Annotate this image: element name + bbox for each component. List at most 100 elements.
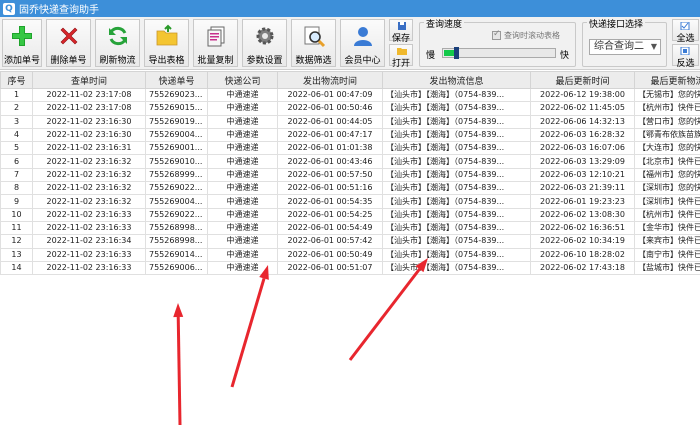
table-row[interactable]: 2 2022-11-02 23:17:08 755269015... 中通速递 2022… xyxy=(0,101,700,116)
table-cell: 【鄂青布依族苗族 xyxy=(634,127,700,143)
select-all-icon xyxy=(680,22,690,30)
api-select-dropdown[interactable]: 综合查询二 ▼ xyxy=(589,39,661,55)
table-cell: 13 xyxy=(0,247,33,262)
table-row[interactable]: 9 2022-11-02 23:16:32 755269004... 中通速递 2022… xyxy=(0,194,700,209)
table-cell: 【汕头市】【潮海】（0754-839... xyxy=(382,127,531,143)
member-center-button[interactable]: 会员中心 xyxy=(340,19,385,67)
copy-document-icon xyxy=(207,26,224,47)
open-button[interactable]: 打开 xyxy=(389,44,413,69)
table-cell: 【汕头市】【潮海】（0754-839... xyxy=(382,101,531,116)
red-x-icon xyxy=(60,27,77,45)
magnifier-filter-icon xyxy=(304,26,325,48)
table-row[interactable]: 13 2022-11-02 23:16:33 755269014... 中通速递 202… xyxy=(0,247,700,262)
table-cell: 2022-11-02 23:16:32 xyxy=(32,181,146,196)
table-row[interactable]: 1 2022-11-02 23:17:08 755269023... 中通速递 2022… xyxy=(0,87,700,103)
table-cell: 【深圳市】快件已 xyxy=(634,194,700,209)
table-cell: 中通速递 xyxy=(207,167,278,183)
table-cell: 【福州市】您的快 xyxy=(634,167,700,183)
table-cell: 2022-06-01 00:57:42 xyxy=(277,234,383,249)
table-cell: 【汕头市】【潮海】（0754-839... xyxy=(382,194,531,209)
fast-label: 快 xyxy=(560,51,570,61)
table-cell: 2022-06-10 18:28:02 xyxy=(530,247,635,262)
table-cell: 2022-06-03 21:39:11 xyxy=(530,181,635,196)
table-cell: 2022-06-01 00:50:49 xyxy=(277,247,383,262)
col-header-ship-info[interactable]: 发出物流信息 xyxy=(382,71,531,89)
table-cell: 6 xyxy=(0,154,33,169)
col-header-tracking-number[interactable]: 快递单号 xyxy=(145,71,208,89)
parameter-settings-button[interactable]: 参数设置 xyxy=(242,19,287,67)
table-cell: 2022-06-01 00:57:50 xyxy=(277,167,383,183)
table-cell: 2022-06-02 11:45:05 xyxy=(530,101,635,116)
table-row[interactable]: 4 2022-11-02 23:16:30 755269004... 中通速递 2022… xyxy=(0,127,700,143)
export-table-button[interactable]: 导出表格 xyxy=(144,19,189,67)
data-filter-label: 数据筛选 xyxy=(295,56,332,66)
table-cell: 【汕头市】【潮海】（0754-839... xyxy=(382,260,531,276)
table-cell: 2022-06-02 16:36:51 xyxy=(530,220,635,236)
table-cell: 755269006... xyxy=(145,260,208,276)
table-cell: 14 xyxy=(0,260,33,276)
export-table-label: 导出表格 xyxy=(148,56,185,66)
table-row[interactable]: 5 2022-11-02 23:16:31 755269001... 中通速递 2022… xyxy=(0,141,700,156)
table-cell: 2022-06-01 00:54:49 xyxy=(277,220,383,236)
speed-slider-thumb[interactable] xyxy=(454,47,459,59)
table-row[interactable]: 10 2022-11-02 23:16:33 755269022... 中通速递 202… xyxy=(0,207,700,222)
table-cell: 2022-11-02 23:16:32 xyxy=(32,154,146,169)
table-cell: 【汕头市】【潮海】（0754-839... xyxy=(382,234,531,249)
table-row[interactable]: 7 2022-11-02 23:16:32 755268999... 中通速递 2022… xyxy=(0,167,700,183)
table-cell: 中通速递 xyxy=(207,234,278,249)
table-cell: 【汕头市】【潮海】（0754-839... xyxy=(382,247,531,262)
select-all-label: 全选 xyxy=(676,34,695,44)
table-cell: 【汕头市】【潮海】（0754-839... xyxy=(382,220,531,236)
auto-scroll-checkbox[interactable] xyxy=(492,29,501,40)
table-row[interactable]: 3 2022-11-02 23:16:30 755269019... 中通速递 2022… xyxy=(0,114,700,129)
table-row[interactable]: 11 2022-11-02 23:16:33 755268998... 中通速递 202… xyxy=(0,220,700,236)
table-row[interactable]: 12 2022-11-02 23:16:34 755268998... 中通速递 202… xyxy=(0,234,700,249)
col-header-last-update-info[interactable]: 最后更新物流 xyxy=(634,71,700,89)
table-cell: 【汕头市】【潮海】（0754-839... xyxy=(382,154,531,169)
batch-copy-button[interactable]: 批量复制 xyxy=(193,19,238,67)
col-header-query-time[interactable]: 查单时间 xyxy=(32,71,146,89)
table-cell: 2022-06-01 01:01:38 xyxy=(277,141,383,156)
export-folder-icon xyxy=(156,24,177,46)
table-cell: 中通速递 xyxy=(207,114,278,129)
table-cell: 2022-11-02 23:17:08 xyxy=(32,101,146,116)
table-cell: 755269019... xyxy=(145,114,208,129)
table-cell: 2022-06-01 19:23:23 xyxy=(530,194,635,209)
table-cell: 【深圳市】您的快 xyxy=(634,181,700,196)
table-cell: 2022-11-02 23:16:31 xyxy=(32,141,146,156)
table-cell: 755269015... xyxy=(145,101,208,116)
col-header-last-update-time[interactable]: 最后更新时间 xyxy=(530,71,635,89)
table-cell: 【杭州市】快件已 xyxy=(634,207,700,222)
add-tracking-button[interactable]: 添加单号 xyxy=(2,19,42,67)
table-row[interactable]: 14 2022-11-02 23:16:33 755269006... 中通速递 202… xyxy=(0,260,700,276)
api-selection-label: 快递接口选择 xyxy=(587,17,646,30)
save-button[interactable]: 保存 xyxy=(389,19,413,44)
table-cell: 7 xyxy=(0,167,33,183)
select-all-button[interactable]: 全选 xyxy=(672,19,699,44)
table-cell: 2022-06-01 00:51:16 xyxy=(277,181,383,196)
table-cell: 2022-06-01 00:50:46 xyxy=(277,101,383,116)
table-cell: 12 xyxy=(0,234,33,249)
table-cell: 3 xyxy=(0,114,33,129)
query-speed-slider[interactable] xyxy=(442,47,556,59)
table-row[interactable]: 8 2022-11-02 23:16:32 755269022... 中通速递 2022… xyxy=(0,181,700,196)
table-cell: 755269022... xyxy=(145,207,208,222)
table-row[interactable]: 6 2022-11-02 23:16:32 755269010... 中通速递 2022… xyxy=(0,154,700,169)
member-center-label: 会员中心 xyxy=(344,56,381,66)
table-cell: 755269004... xyxy=(145,194,208,209)
table-cell: 1 xyxy=(0,87,33,103)
col-header-ship-time[interactable]: 发出物流时间 xyxy=(277,71,383,89)
col-header-index[interactable]: 序号 xyxy=(0,71,33,89)
refresh-logistics-button[interactable]: 刷新物流 xyxy=(95,19,140,67)
col-header-courier[interactable]: 快递公司 xyxy=(207,71,278,89)
table-cell: 【汕头市】【潮海】（0754-839... xyxy=(382,167,531,183)
delete-tracking-button[interactable]: 删除单号 xyxy=(46,19,91,67)
table-cell: 【汕头市】【潮海】（0754-839... xyxy=(382,114,531,129)
table-cell: 中通速递 xyxy=(207,154,278,169)
invert-selection-button[interactable]: 反选 xyxy=(672,44,699,69)
refresh-icon xyxy=(108,26,127,46)
data-filter-button[interactable]: 数据筛选 xyxy=(291,19,336,67)
table-cell: 【汕头市】【潮海】（0754-839... xyxy=(382,181,531,196)
table-cell: 中通速递 xyxy=(207,207,278,222)
toolbar: 添加单号 删除单号 刷新物流 导出表格 批量复制 参数设置 数据筛选 会员中心 … xyxy=(0,17,700,70)
